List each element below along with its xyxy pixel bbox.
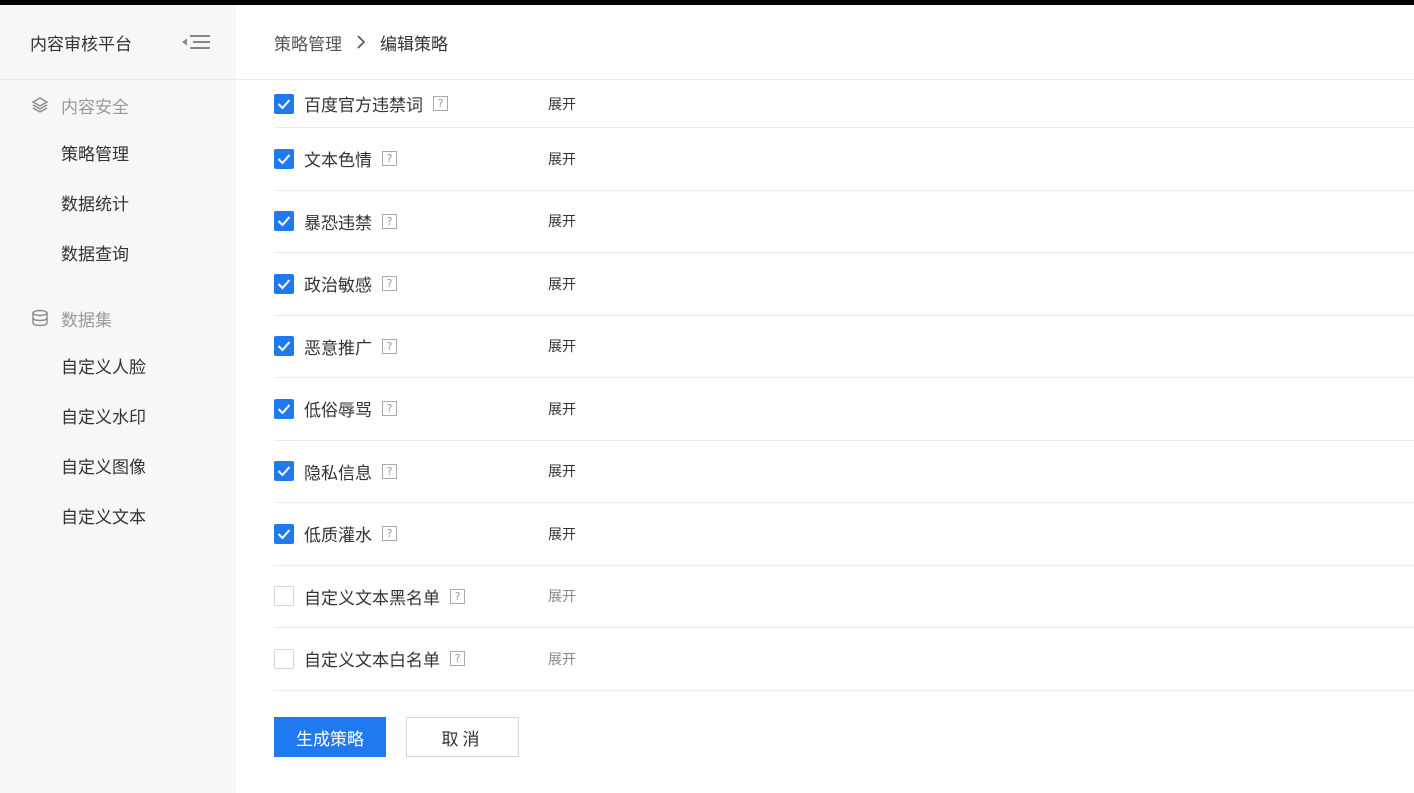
rule-label: 文本色情	[304, 151, 372, 172]
help-icon[interactable]: ?	[382, 151, 397, 167]
rule-label: 低俗辱骂	[304, 401, 372, 422]
nav-group-header: 内容安全	[0, 80, 236, 130]
nav-group-label: 内容安全	[61, 97, 129, 118]
rule-row: 文本色情? 展开	[274, 128, 1414, 191]
sidebar-nav-item[interactable]: 自定义图像	[0, 443, 236, 493]
sidebar-header: 内容审核平台	[0, 5, 236, 80]
expand-link[interactable]: 展开	[548, 94, 576, 114]
help-icon[interactable]: ?	[382, 276, 397, 292]
help-icon[interactable]: ?	[382, 338, 397, 354]
generate-strategy-button[interactable]: 生成策略	[274, 717, 386, 757]
layers-icon	[30, 95, 50, 115]
expand-link[interactable]: 展开	[548, 649, 576, 669]
sidebar-nav-item[interactable]: 数据查询	[0, 230, 236, 280]
sidebar-nav-item[interactable]: 自定义文本	[0, 493, 236, 543]
rule-row: 恶意推广? 展开	[274, 316, 1414, 378]
help-icon[interactable]: ?	[382, 213, 397, 229]
rule-checkbox[interactable]	[274, 273, 294, 294]
rule-row: 自定义文本黑名单? 展开	[274, 566, 1414, 628]
rule-checkbox[interactable]	[274, 336, 294, 357]
rule-row: 自定义文本白名单? 展开	[274, 628, 1414, 691]
sidebar-nav: 内容安全策略管理 数据统计 数据查询数据集自定义人脸 自定义水印 自定义图像 自定义文本	[0, 80, 236, 543]
rule-label: 自定义文本白名单	[304, 651, 440, 672]
expand-link[interactable]: 展开	[548, 399, 576, 419]
rule-checkbox[interactable]	[274, 461, 294, 482]
expand-link[interactable]: 展开	[548, 586, 576, 606]
menu-collapse-icon[interactable]	[180, 32, 212, 52]
breadcrumb-current: 编辑策略	[380, 34, 448, 55]
nav-group-header: 数据集	[0, 293, 236, 343]
expand-link[interactable]: 展开	[548, 524, 576, 544]
database-icon	[30, 308, 50, 328]
breadcrumb-parent-link[interactable]: 策略管理	[274, 30, 342, 55]
help-icon[interactable]: ?	[382, 526, 397, 542]
expand-link[interactable]: 展开	[548, 211, 576, 231]
rule-checkbox[interactable]	[274, 398, 294, 419]
rule-label: 隐私信息	[304, 463, 372, 484]
rule-row: 隐私信息? 展开	[274, 441, 1414, 503]
rule-checkbox[interactable]	[274, 523, 294, 544]
rule-row: 暴恐违禁? 展开	[274, 191, 1414, 253]
rule-list: 百度官方违禁词? 展开 文本色情? 展开 暴恐违禁? 展开 政治敏感? 展开 恶意推广? 展开 低俗…	[274, 80, 1414, 691]
rule-row: 政治敏感? 展开	[274, 253, 1414, 316]
rule-label: 自定义文本黑名单	[304, 588, 440, 609]
help-icon[interactable]: ?	[382, 463, 397, 479]
sidebar: 内容审核平台 内容安全策略管理 数据统计 数据查询数据集自定义人脸 自定义水印 自定义图…	[0, 5, 236, 793]
rule-checkbox[interactable]	[274, 148, 294, 169]
sidebar-nav-item[interactable]: 策略管理	[0, 130, 236, 180]
chevron-right-icon	[356, 35, 366, 49]
expand-link[interactable]: 展开	[548, 461, 576, 481]
nav-group-label: 数据集	[61, 310, 112, 331]
rule-checkbox[interactable]	[274, 586, 294, 607]
rule-label: 暴恐违禁	[304, 213, 372, 234]
sidebar-nav-item[interactable]: 自定义水印	[0, 393, 236, 443]
rule-row: 低俗辱骂? 展开	[274, 378, 1414, 441]
cancel-button[interactable]: 取消	[406, 717, 519, 757]
rule-checkbox[interactable]	[274, 648, 294, 669]
help-icon[interactable]: ?	[450, 588, 465, 604]
rule-checkbox[interactable]	[274, 93, 294, 114]
breadcrumb: 策略管理 编辑策略	[236, 5, 1414, 80]
rule-label: 恶意推广	[304, 338, 372, 359]
expand-link[interactable]: 展开	[548, 336, 576, 356]
expand-link[interactable]: 展开	[548, 149, 576, 169]
sidebar-nav-item[interactable]: 数据统计	[0, 180, 236, 230]
rule-label: 政治敏感	[304, 276, 372, 297]
rule-label: 百度官方违禁词	[304, 96, 423, 116]
rule-checkbox[interactable]	[274, 211, 294, 232]
rule-row: 百度官方违禁词? 展开	[274, 80, 1414, 128]
rule-label: 低质灌水	[304, 526, 372, 547]
help-icon[interactable]: ?	[433, 96, 448, 111]
app-title: 内容审核平台	[30, 34, 132, 55]
help-icon[interactable]: ?	[450, 651, 465, 667]
rule-row: 低质灌水? 展开	[274, 503, 1414, 566]
main-content: 策略管理 编辑策略 百度官方违禁词? 展开 文本色情? 展开 暴恐违禁? 展开 政治敏感? 展…	[236, 5, 1414, 793]
sidebar-nav-item[interactable]: 自定义人脸	[0, 343, 236, 393]
form-actions: 生成策略 取消	[274, 717, 519, 757]
expand-link[interactable]: 展开	[548, 274, 576, 294]
help-icon[interactable]: ?	[382, 401, 397, 417]
